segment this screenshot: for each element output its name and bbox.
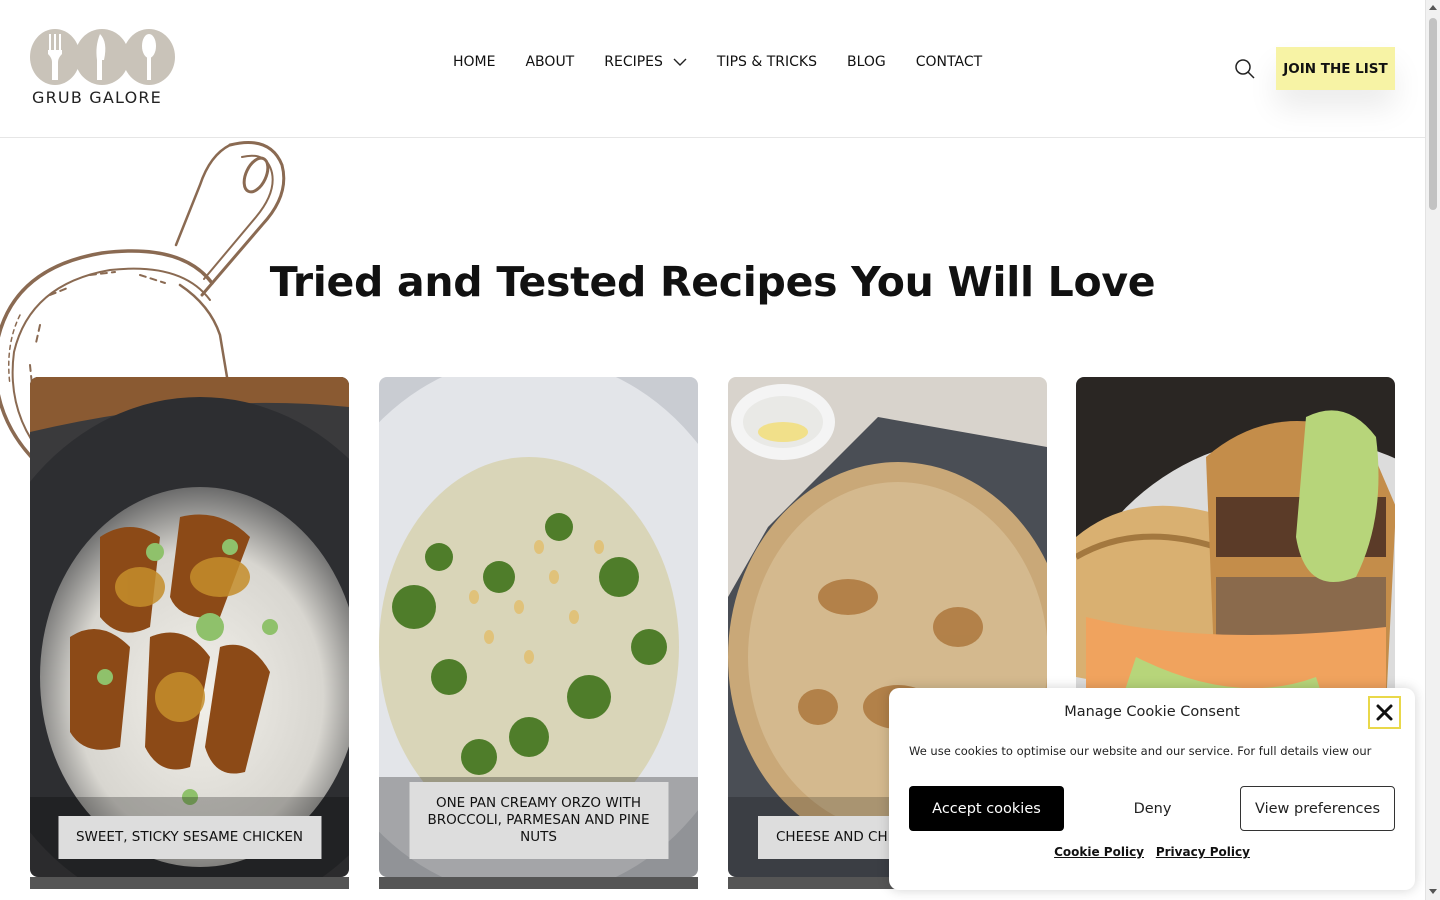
close-icon: [1376, 704, 1393, 721]
join-list-button[interactable]: JOIN THE LIST: [1276, 47, 1395, 90]
nav-recipes-label: RECIPES: [604, 54, 663, 70]
site-header: GRUB GALORE HOME ABOUT RECIPES TIPS & TR…: [0, 0, 1425, 138]
nav-blog[interactable]: BLOG: [847, 54, 886, 70]
card-footer-strip: [30, 877, 349, 889]
scroll-down-arrow-icon[interactable]: [1429, 889, 1437, 894]
recipe-photo: [30, 377, 349, 877]
cookie-consent-dialog: Manage Cookie Consent We use cookies to …: [889, 688, 1415, 890]
recipe-card-title: SWEET, STICKY SESAME CHICKEN: [57, 816, 322, 859]
search-icon: [1235, 59, 1255, 79]
recipe-card[interactable]: SWEET, STICKY SESAME CHICKEN: [30, 377, 349, 877]
main-nav: HOME ABOUT RECIPES TIPS & TRICKS BLOG CO…: [453, 54, 982, 70]
close-button[interactable]: [1368, 696, 1401, 729]
view-preferences-button[interactable]: View preferences: [1240, 786, 1395, 831]
search-button[interactable]: [1234, 58, 1256, 80]
nav-about[interactable]: ABOUT: [525, 54, 574, 70]
page: GRUB GALORE HOME ABOUT RECIPES TIPS & TR…: [0, 0, 1440, 900]
logo-icon: [30, 29, 175, 85]
card-footer-strip: [379, 877, 698, 889]
accept-cookies-button[interactable]: Accept cookies: [909, 786, 1064, 831]
nav-home[interactable]: HOME: [453, 54, 495, 70]
nav-tips-tricks[interactable]: TIPS & TRICKS: [717, 54, 817, 70]
page-title: Tried and Tested Recipes You Will Love: [269, 258, 1156, 306]
recipe-card-title: CHEESE AND CHI: [758, 816, 910, 859]
nav-contact[interactable]: CONTACT: [916, 54, 982, 70]
logo-text: GRUB GALORE: [32, 88, 162, 107]
cookie-links: Cookie Policy Privacy Policy: [889, 845, 1415, 859]
cookie-policy-link[interactable]: Cookie Policy: [1054, 845, 1144, 859]
chevron-down-icon: [673, 58, 687, 66]
nav-recipes[interactable]: RECIPES: [604, 54, 687, 70]
recipe-card-title: ONE PAN CREAMY ORZO WITH BROCCOLI, PARME…: [409, 782, 668, 859]
cookie-description: We use cookies to optimise our website a…: [909, 744, 1372, 758]
deny-button[interactable]: Deny: [1075, 786, 1230, 831]
scroll-up-arrow-icon[interactable]: [1429, 5, 1437, 10]
cookie-title: Manage Cookie Consent: [1064, 704, 1240, 720]
scrollbar[interactable]: [1425, 0, 1440, 900]
recipe-card[interactable]: ONE PAN CREAMY ORZO WITH BROCCOLI, PARME…: [379, 377, 698, 877]
scrollbar-thumb[interactable]: [1429, 18, 1437, 210]
logo[interactable]: GRUB GALORE: [30, 28, 176, 110]
privacy-policy-link[interactable]: Privacy Policy: [1156, 845, 1250, 859]
